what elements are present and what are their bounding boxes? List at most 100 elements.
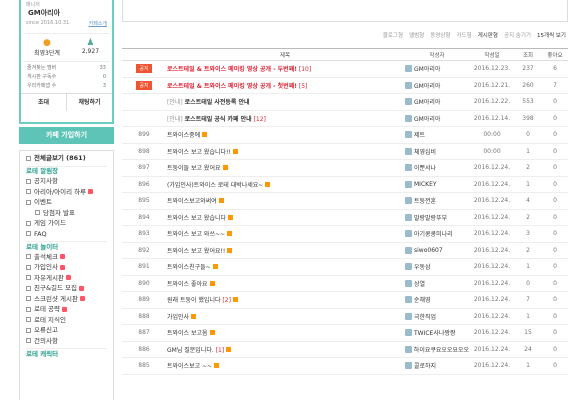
post-author[interactable]: 트둥껀훈: [404, 192, 470, 210]
post-title-link[interactable]: (가입인사)트와이스 로테 대박나세요~: [167, 182, 263, 189]
post-title-cell[interactable]: 트와이스중에: [166, 126, 404, 144]
table-row[interactable]: 공지 로스트테일 & 트와이스 메이킹 영상 공개 - 첫번째! [5] GM아리아…: [122, 77, 568, 94]
table-row[interactable]: 889 원래 트둥이 했입니다 [2] 순채영 2016.12.24. 7 0: [122, 291, 568, 309]
author-name[interactable]: 하이요쿠요오오요오오: [414, 345, 469, 354]
post-title-cell[interactable]: 트와이스보고 ~~: [166, 357, 404, 375]
hide-notice-checkbox[interactable]: 공지 숨기기: [504, 31, 531, 39]
author-name[interactable]: 제트: [414, 130, 425, 139]
menu-item[interactable]: 스크린샷 게시판: [26, 294, 107, 305]
table-row[interactable]: 896 (가입인사)트와이스 로테 대박나세요~ MICKEY 2016.12.24.…: [122, 176, 568, 193]
comment-count[interactable]: [1]: [216, 347, 225, 354]
menu-item[interactable]: 공지사항: [26, 176, 107, 187]
author-name[interactable]: 체영심비: [414, 147, 436, 156]
post-title-link[interactable]: 로스트테일 사전등록 안내: [185, 99, 250, 106]
view-board[interactable]: 게시판형: [478, 31, 498, 39]
post-title-cell[interactable]: 가입인사: [166, 308, 404, 325]
post-author[interactable]: 하이요쿠요오오요오오: [404, 341, 470, 358]
post-author[interactable]: GM아리아: [404, 93, 470, 111]
cafe-intro-link[interactable]: 카페소개: [89, 20, 107, 27]
post-title-link[interactable]: 로스트테일 공식 카페 안내: [185, 116, 252, 123]
post-author[interactable]: GM아리아: [404, 77, 470, 94]
post-title-cell[interactable]: 트와이스 좋아요: [166, 275, 404, 292]
post-author[interactable]: 극한직업: [404, 308, 470, 325]
author-name[interactable]: GM아리아: [414, 81, 440, 90]
post-title-cell[interactable]: 트둥이들 보고 왔어요: [166, 159, 404, 177]
post-author[interactable]: 이뿐서나: [404, 159, 470, 177]
post-title-cell[interactable]: 트와이스 보고옴: [166, 324, 404, 342]
view-card[interactable]: 카드형: [457, 31, 472, 39]
post-title-link[interactable]: 트와이스 보고옴: [167, 330, 208, 337]
view-blog[interactable]: 블로그형: [383, 31, 403, 39]
post-author[interactable]: 상열: [404, 275, 470, 292]
author-name[interactable]: 이뿐서나: [414, 163, 436, 172]
post-title-link[interactable]: 트와이스 보고 왔습니다: [167, 215, 226, 222]
table-row[interactable]: 공지 로스트테일 & 트와이스 메이킹 영상 공개 - 두번째! [10] GM아리…: [122, 60, 568, 78]
author-name[interactable]: 말랑말랑뚜부: [414, 213, 447, 222]
table-row[interactable]: 898 트와이스 보고 왔습니다!! 체영심비 00:00 1 0: [122, 143, 568, 160]
author-name[interactable]: 극한직업: [414, 312, 436, 321]
menu-item[interactable]: 로테 지식인: [26, 315, 107, 326]
menu-item[interactable]: 건의사항: [26, 336, 107, 347]
post-author[interactable]: 체영심비: [404, 143, 470, 160]
comment-count[interactable]: [2]: [222, 297, 231, 304]
author-name[interactable]: TWICE사나짱짱: [414, 328, 455, 337]
post-title-cell[interactable]: 트와이스 보고 왔습니다: [166, 209, 404, 226]
post-title-link[interactable]: GM님 질문입니다.: [167, 347, 214, 354]
author-name[interactable]: GM아리아: [414, 64, 440, 73]
post-author[interactable]: 콜로하지: [404, 357, 470, 375]
cafe-manager-name[interactable]: GM아리아: [28, 9, 60, 17]
view-album[interactable]: 앨범형: [409, 31, 424, 39]
post-title-cell[interactable]: 로스트테일 & 트와이스 메이킹 영상 공개 - 두번째! [10]: [166, 60, 404, 78]
post-title-cell[interactable]: 트와이스 보고 왔습니다!!: [166, 143, 404, 160]
post-title-link[interactable]: 트와이스보고와써여: [167, 198, 217, 205]
post-title-cell[interactable]: 원래 트둥이 했입니다 [2]: [166, 291, 404, 309]
author-name[interactable]: 콜로하지: [414, 361, 436, 370]
post-author[interactable]: 아기쿵쿵미나리: [404, 225, 470, 243]
post-author[interactable]: GM아리아: [404, 60, 470, 78]
menu-all-posts[interactable]: 전체글보기 (861): [26, 153, 107, 164]
post-author[interactable]: 우동삼: [404, 258, 470, 276]
post-author[interactable]: 말랑말랑뚜부: [404, 209, 470, 226]
table-row[interactable]: 892 트와이스 보고 왔어요!! siwo0607 2016.12.24. 2 0: [122, 242, 568, 259]
post-title-link[interactable]: 트와이스 보고 왔습니다!!: [167, 149, 231, 156]
table-row[interactable]: 899 트와이스중에 제트 00:00 0 0: [122, 126, 568, 144]
comment-count[interactable]: [10]: [299, 66, 311, 73]
menu-item[interactable]: 당첨자 발표: [26, 208, 107, 219]
post-title-link[interactable]: 트둥이들 보고 왔어요: [167, 165, 221, 172]
comment-count[interactable]: [5]: [299, 83, 308, 90]
view-video[interactable]: 동영상형: [430, 31, 450, 39]
post-title-cell[interactable]: [안내] 로스트테일 사전등록 안내: [166, 93, 404, 111]
post-title-link[interactable]: 트와이스 보고 와쓰~~: [167, 231, 225, 238]
table-row[interactable]: [안내] 로스트테일 공식 카페 안내 [12] GM아리아 2016.12.14.…: [122, 110, 568, 127]
menu-item[interactable]: 게임 가이드: [26, 218, 107, 229]
post-title-cell[interactable]: GM님 질문입니다. [1]: [166, 341, 404, 358]
post-author[interactable]: 제트: [404, 126, 470, 144]
menu-item[interactable]: FAQ: [26, 229, 107, 240]
post-author[interactable]: MICKEY: [404, 176, 470, 193]
post-title-cell[interactable]: 트와이스친구들~: [166, 258, 404, 276]
post-title-link[interactable]: 트와이스 보고 왔어요!!: [167, 248, 225, 255]
table-row[interactable]: [안내] 로스트테일 사전등록 안내 GM아리아 2016.12.22. 553 0: [122, 93, 568, 111]
author-name[interactable]: 트둥껀훈: [414, 196, 436, 205]
post-title-link[interactable]: 원래 트둥이 했입니다: [167, 297, 221, 304]
table-row[interactable]: 891 트와이스친구들~ 우동삼 2016.12.24. 1 0: [122, 258, 568, 276]
author-name[interactable]: GM아리아: [414, 97, 440, 106]
table-row[interactable]: 893 트와이스 보고 와쓰~~ 아기쿵쿵미나리 2016.12.24. 3 0: [122, 225, 568, 243]
menu-item[interactable]: 이벤트: [26, 197, 107, 208]
author-name[interactable]: 상열: [414, 279, 425, 288]
table-row[interactable]: 890 트와이스 좋아요 상열 2016.12.24. 0 0: [122, 275, 568, 292]
per-page-select[interactable]: 15개씩 보기: [537, 31, 566, 39]
menu-item[interactable]: 로테 공략: [26, 304, 107, 315]
menu-item[interactable]: 출석체크: [26, 252, 107, 263]
author-name[interactable]: 아기쿵쿵미나리: [414, 229, 453, 238]
post-title-link[interactable]: 트와이스보고 ~~: [167, 363, 212, 370]
post-title-cell[interactable]: 트와이스보고와써여: [166, 192, 404, 210]
post-title-cell[interactable]: 트와이스 보고 와쓰~~: [166, 225, 404, 243]
table-row[interactable]: 897 트둥이들 보고 왔어요 이뿐서나 2016.12.24. 2 0: [122, 159, 568, 177]
post-author[interactable]: 순채영: [404, 291, 470, 309]
post-title-cell[interactable]: 로스트테일 & 트와이스 메이킹 영상 공개 - 첫번째! [5]: [166, 77, 404, 94]
invite-button[interactable]: 초대: [21, 94, 67, 111]
post-title-link[interactable]: 가입인사: [167, 314, 189, 321]
table-row[interactable]: 895 트와이스보고와써여 트둥껀훈 2016.12.24. 4 0: [122, 192, 568, 210]
author-name[interactable]: GM아리아: [414, 114, 440, 123]
